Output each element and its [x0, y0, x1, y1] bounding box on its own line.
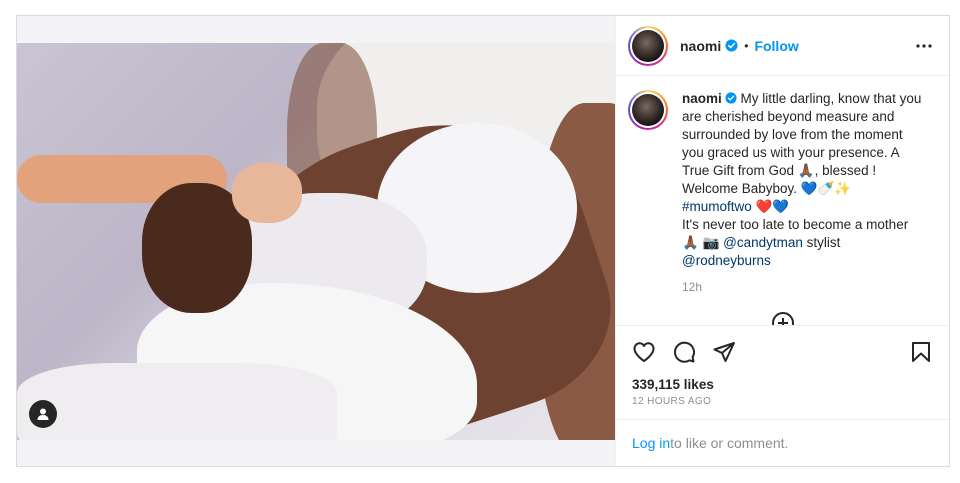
posted-time[interactable]: 12 HOURS AGO	[616, 392, 949, 407]
verified-badge-icon	[725, 39, 738, 52]
post-photo[interactable]	[17, 43, 615, 440]
heart-icon[interactable]	[632, 340, 656, 364]
user-tag-button[interactable]	[29, 400, 57, 428]
login-link[interactable]: Log in	[632, 435, 670, 451]
bookmark-icon[interactable]	[909, 340, 933, 364]
mention-candytman[interactable]: @candytman	[723, 235, 803, 250]
mention1-suffix: stylist	[802, 235, 841, 250]
caption-line3-prefix: 🙏🏾 📷	[682, 235, 724, 250]
caption-username[interactable]: naomi	[682, 91, 722, 106]
caption-avatar[interactable]	[628, 90, 668, 130]
comment-icon[interactable]	[672, 340, 696, 364]
caption-avatar-image	[632, 94, 664, 126]
post-header: naomi • Follow	[616, 16, 949, 76]
caption-section: naomi My little darling, know that you a…	[616, 76, 949, 325]
mention-rodneyburns[interactable]: @rodneyburns	[682, 253, 771, 268]
plus-circle-icon[interactable]	[771, 311, 795, 325]
caption-text: naomi My little darling, know that you a…	[682, 90, 922, 270]
login-prompt: Log in to like or comment.	[616, 419, 949, 466]
caption-body: My little darling, know that you are che…	[682, 91, 922, 196]
post-side-panel: naomi • Follow naomi My little darling, …	[615, 16, 949, 466]
user-tag-icon	[37, 408, 49, 420]
action-bar	[616, 325, 949, 377]
login-text: to like or comment.	[670, 435, 789, 451]
hashtag-link[interactable]: #mumoftwo	[682, 199, 752, 214]
likes-count[interactable]: 339,115 likes	[616, 377, 949, 392]
header-username[interactable]: naomi	[680, 38, 721, 54]
post-media[interactable]	[17, 16, 615, 466]
header-separator: •	[744, 38, 749, 53]
caption-timestamp[interactable]: 12h	[682, 280, 933, 294]
caption-line2: It's never too late to become a mother	[682, 217, 909, 232]
caption-verified-icon	[725, 92, 737, 104]
more-options-icon[interactable]	[915, 37, 933, 55]
paper-plane-icon[interactable]	[712, 340, 736, 364]
instagram-post: naomi • Follow naomi My little darling, …	[16, 15, 950, 467]
hashtag-emoji: ❤️💙	[751, 199, 790, 214]
follow-button[interactable]: Follow	[754, 38, 798, 54]
avatar-image	[632, 29, 664, 62]
avatar[interactable]	[628, 25, 668, 66]
